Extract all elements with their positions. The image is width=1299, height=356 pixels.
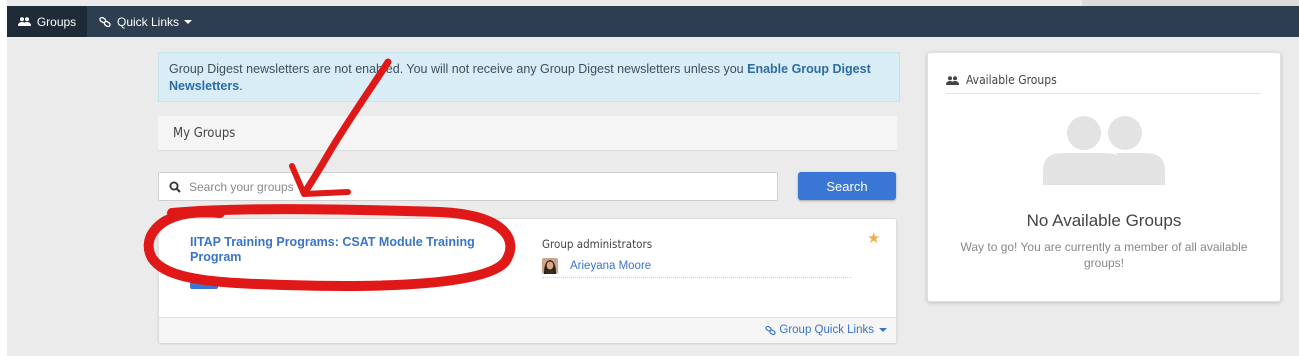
nav-quick-links[interactable]: Quick Links xyxy=(93,6,198,37)
search-input[interactable] xyxy=(187,178,751,195)
group-quick-links[interactable]: Group Quick Links xyxy=(765,324,887,336)
groups-icon xyxy=(17,17,31,26)
available-groups-title: Available Groups xyxy=(966,73,1057,87)
group-search-box xyxy=(158,172,778,201)
my-groups-title: My Groups xyxy=(173,125,236,141)
nav-quick-links-label: Quick Links xyxy=(117,14,180,29)
page-edge xyxy=(0,0,7,356)
available-groups-panel: Available Groups No Available Groups Way… xyxy=(927,52,1281,302)
admins-label: Group administrators xyxy=(542,237,653,251)
people-icon xyxy=(1043,116,1165,185)
link-icon xyxy=(99,16,111,27)
my-groups-header: My Groups xyxy=(158,116,897,151)
group-card: IITAP Training Programs: CSAT Module Tra… xyxy=(158,218,897,343)
alert-text: Group Digest newsletters are not enabled… xyxy=(169,62,748,76)
group-status-badge xyxy=(190,281,218,289)
admin-name-link[interactable]: Arieyana Moore xyxy=(570,260,651,272)
search-button[interactable]: Search xyxy=(798,172,896,200)
empty-state-title: No Available Groups xyxy=(1026,211,1182,230)
group-title-link[interactable]: IITAP Training Programs: CSAT Module Tra… xyxy=(190,235,500,265)
admin-row: Arieyana Moore xyxy=(542,255,852,278)
nav-groups-label: Groups xyxy=(36,14,77,29)
nav-groups[interactable]: Groups xyxy=(7,6,87,37)
alert-suffix: . xyxy=(239,79,243,93)
top-navbar: Groups Quick Links xyxy=(7,6,1299,37)
link-icon xyxy=(765,325,776,335)
card-footer: Group Quick Links xyxy=(159,317,896,343)
empty-state-text: Way to go! You are currently a member of… xyxy=(960,240,1248,270)
search-icon xyxy=(169,181,181,193)
digest-alert: Group Digest newsletters are not enabled… xyxy=(158,52,900,102)
available-groups-header: Available Groups xyxy=(946,67,1261,94)
avatar[interactable] xyxy=(542,258,558,274)
chevron-down-icon xyxy=(184,19,193,24)
group-quick-links-label: Group Quick Links xyxy=(779,324,874,336)
chevron-down-icon xyxy=(879,328,887,332)
star-icon[interactable]: ★ xyxy=(867,229,880,247)
groups-icon xyxy=(946,75,959,85)
